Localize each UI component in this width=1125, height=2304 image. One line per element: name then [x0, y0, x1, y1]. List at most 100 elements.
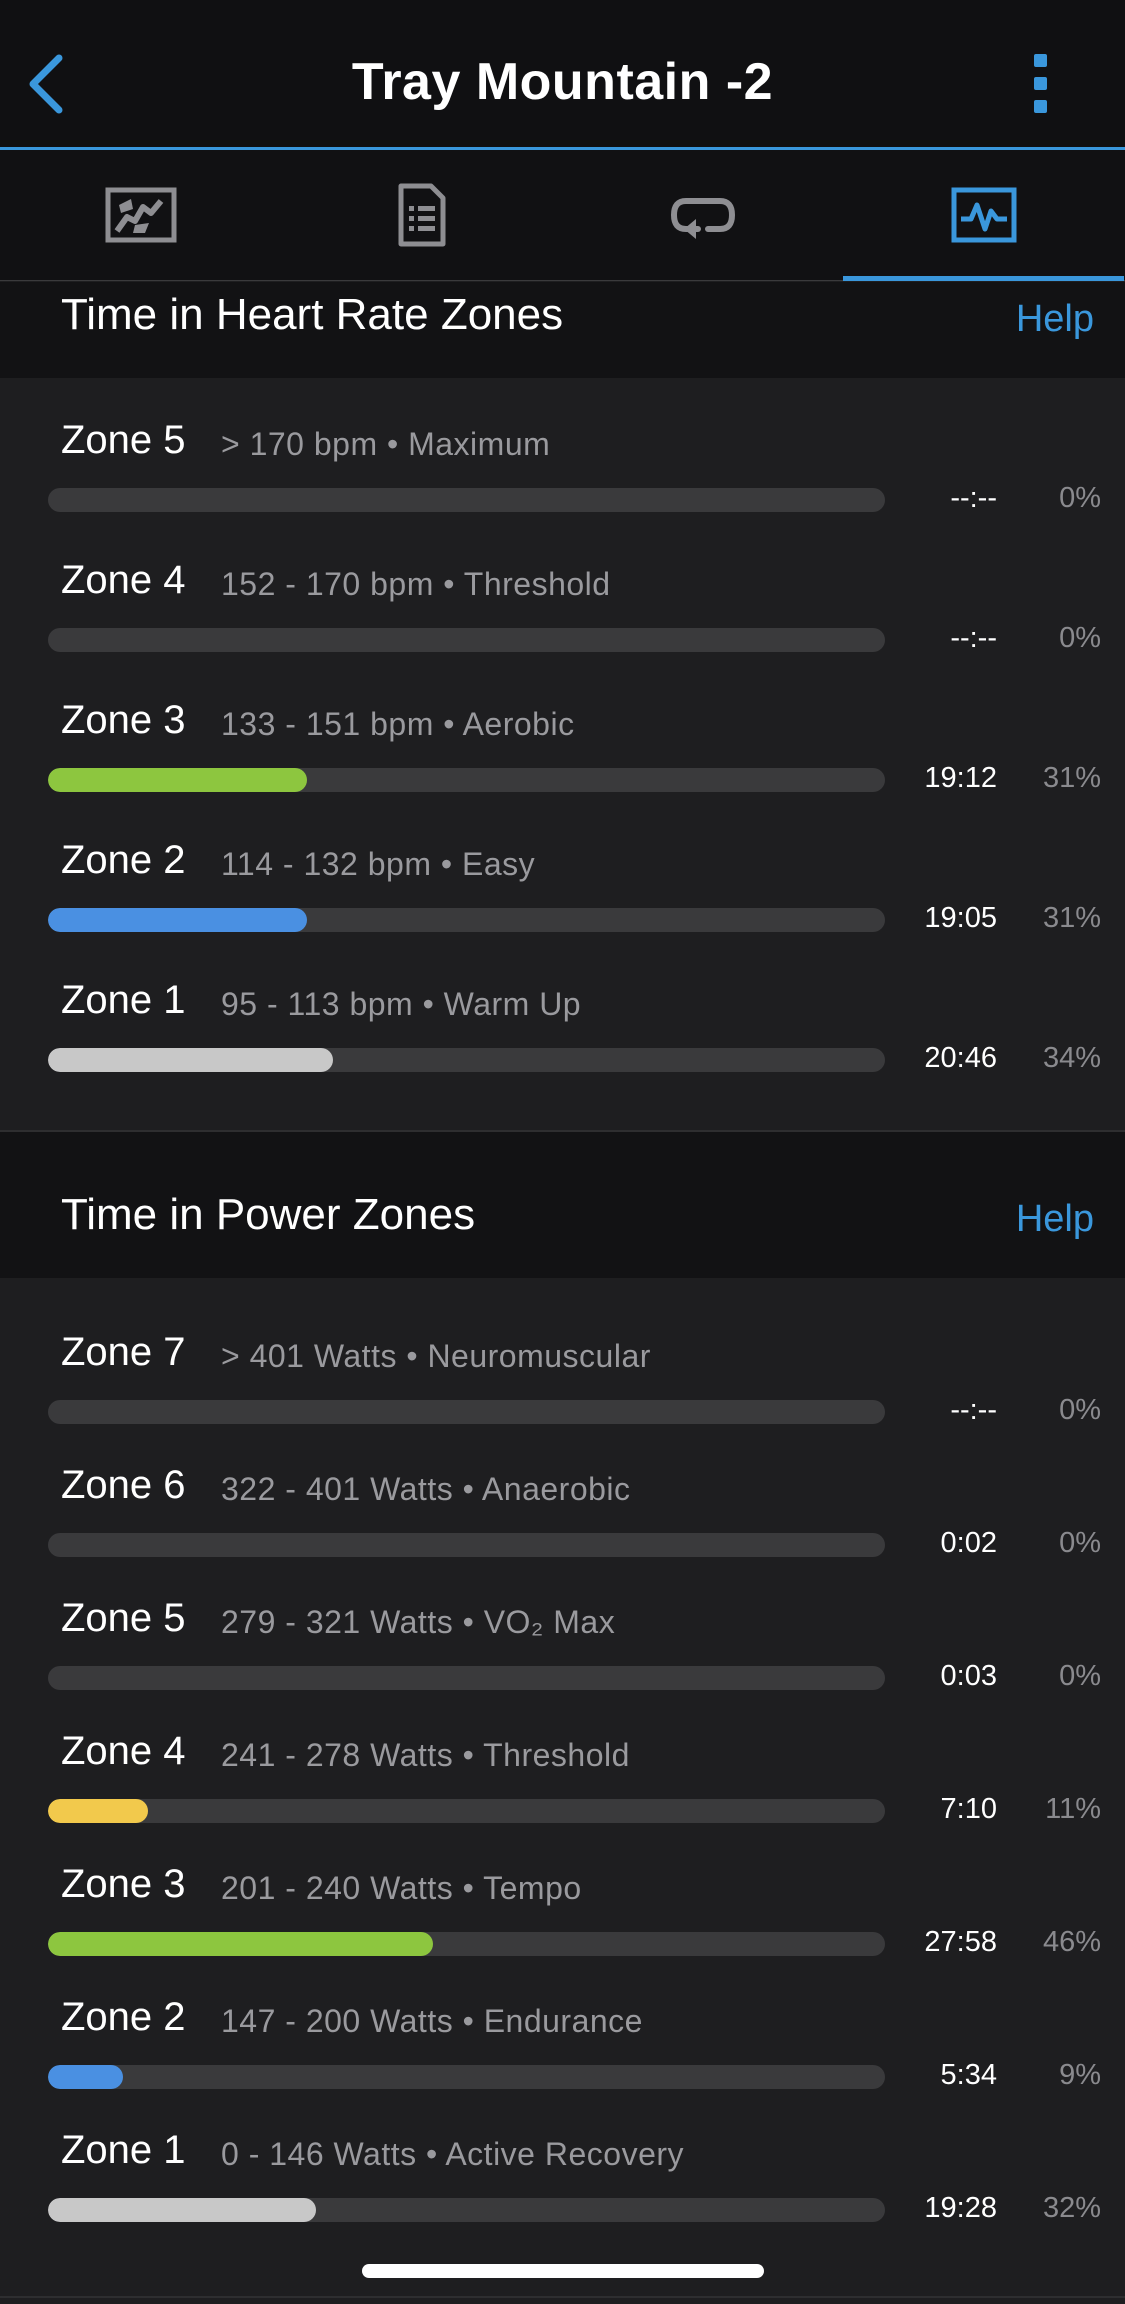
zone-label: Tempo — [483, 1870, 582, 1906]
zone-progress-bar — [48, 908, 885, 932]
zone-time: 0:02 — [940, 1527, 997, 1559]
document-list-icon — [398, 183, 445, 247]
zone-time: --:-- — [950, 622, 997, 654]
tab-map[interactable] — [0, 150, 281, 280]
zone-description: 152 - 170 bpm • Threshold — [221, 566, 611, 603]
zone-separator: • — [396, 1338, 428, 1374]
zone-range: > 170 bpm — [221, 426, 378, 462]
zone-description: > 401 Watts • Neuromuscular — [221, 1338, 651, 1375]
heart-rate-section-header: Time in Heart Rate Zones Help — [0, 282, 1125, 378]
power-zones-list: Zone 7 > 401 Watts • Neuromuscular --:-- 0%… — [0, 1278, 1125, 2298]
zone-name: Zone 1 — [61, 978, 186, 1022]
zone-percent: 31% — [1042, 762, 1101, 794]
zone-progress-bar — [48, 768, 885, 792]
zone-label: Endurance — [483, 2003, 643, 2039]
zone-label: VO₂ Max — [483, 1604, 616, 1640]
zone-progress-fill — [48, 2065, 124, 2089]
heart-rate-zone-row: Zone 5 > 170 bpm • Maximum --:-- 0% — [0, 418, 1125, 538]
zone-label: Maximum — [408, 426, 551, 462]
zone-percent: 0% — [1059, 482, 1101, 514]
zone-name: Zone 2 — [61, 1995, 186, 2039]
zone-range: 152 - 170 bpm — [221, 566, 434, 602]
zone-percent: 0% — [1059, 1394, 1101, 1426]
zone-label: Active Recovery — [445, 2136, 685, 2172]
zone-name: Zone 6 — [61, 1463, 186, 1507]
zone-time: 19:12 — [924, 762, 997, 794]
zone-progress-bar — [48, 1799, 885, 1823]
zone-separator: • — [453, 1870, 484, 1906]
zone-progress-bar — [48, 1666, 885, 1690]
power-section-header: Time in Power Zones Help — [0, 1132, 1125, 1278]
activity-chart-icon — [951, 187, 1016, 243]
zone-progress-bar — [48, 1400, 885, 1424]
zone-percent: 46% — [1042, 1926, 1101, 1958]
page-title: Tray Mountain -2 — [351, 53, 774, 111]
zone-percent: 32% — [1042, 2192, 1101, 2224]
zone-name: Zone 4 — [61, 1729, 186, 1773]
laps-loop-icon — [670, 198, 735, 239]
zone-percent: 0% — [1059, 622, 1101, 654]
heart-rate-section-title: Time in Heart Rate Zones — [61, 290, 564, 339]
zone-progress-bar — [48, 1533, 885, 1557]
zone-label: Anaerobic — [481, 1471, 631, 1507]
zone-time: 5:34 — [940, 2059, 997, 2091]
zone-separator: • — [453, 1471, 482, 1507]
zone-description: 241 - 278 Watts • Threshold — [221, 1737, 630, 1774]
zone-progress-fill — [48, 1799, 149, 1823]
zone-label: Easy — [461, 846, 536, 882]
zone-name: Zone 5 — [61, 1596, 186, 1640]
zone-separator: • — [377, 426, 409, 462]
power-zone-row: Zone 1 0 - 146 Watts • Active Recovery 19:… — [0, 2128, 1125, 2248]
zone-time: 7:10 — [940, 1793, 997, 1825]
zone-percent: 0% — [1059, 1527, 1101, 1559]
zone-progress-bar — [48, 1048, 885, 1072]
zone-progress-fill — [48, 908, 308, 932]
zone-name: Zone 5 — [61, 418, 186, 462]
heart-rate-zone-row: Zone 4 152 - 170 bpm • Threshold --:-- 0% — [0, 558, 1125, 678]
heart-rate-zone-row: Zone 1 95 - 113 bpm • Warm Up 20:46 34% — [0, 978, 1125, 1098]
zone-description: 114 - 132 bpm • Easy — [221, 846, 535, 883]
zone-name: Zone 7 — [61, 1330, 186, 1374]
top-nav-bar: Tray Mountain -2 — [0, 0, 1125, 150]
power-zone-row: Zone 2 147 - 200 Watts • Endurance 5:34 9% — [0, 1995, 1125, 2115]
tab-stats[interactable] — [843, 150, 1124, 281]
power-zone-row: Zone 3 201 - 240 Watts • Tempo 27:58 46% — [0, 1862, 1125, 1982]
power-help-link[interactable]: Help — [1016, 1198, 1094, 1241]
zone-description: 279 - 321 Watts • VO₂ Max — [221, 1604, 615, 1641]
zone-separator: • — [433, 706, 463, 742]
zone-time: 20:46 — [924, 1042, 997, 1074]
zone-progress-fill — [48, 1932, 434, 1956]
zone-range: 241 - 278 Watts — [221, 1737, 454, 1773]
heart-rate-zone-row: Zone 3 133 - 151 bpm • Aerobic 19:12 31% — [0, 698, 1125, 818]
zone-progress-bar — [48, 2065, 885, 2089]
zone-separator: • — [416, 2136, 446, 2172]
zone-range: 95 - 113 bpm — [221, 986, 414, 1022]
zone-range: 201 - 240 Watts — [221, 1870, 454, 1906]
zone-percent: 34% — [1042, 1042, 1101, 1074]
zone-percent: 11% — [1045, 1793, 1101, 1825]
zone-description: > 170 bpm • Maximum — [221, 426, 550, 463]
zone-progress-fill — [48, 2198, 316, 2222]
zone-description: 201 - 240 Watts • Tempo — [221, 1870, 582, 1907]
zone-time: --:-- — [950, 1394, 997, 1426]
zone-time: 27:58 — [924, 1926, 997, 1958]
tab-details[interactable] — [281, 150, 562, 280]
power-zone-row: Zone 5 279 - 321 Watts • VO₂ Max 0:03 0% — [0, 1596, 1125, 1716]
heart-rate-help-link[interactable]: Help — [1016, 298, 1094, 341]
zone-time: 19:05 — [924, 902, 997, 934]
zone-separator: • — [431, 846, 462, 882]
zone-label: Threshold — [483, 1737, 630, 1773]
heart-rate-zones-list: Zone 5 > 170 bpm • Maximum --:-- 0% Zone 4 15… — [0, 378, 1125, 1100]
more-vertical-icon — [1034, 54, 1047, 113]
power-zone-row: Zone 6 322 - 401 Watts • Anaerobic 0:02 0% — [0, 1463, 1125, 1583]
bottom-divider — [0, 2296, 1125, 2298]
zone-label: Warm Up — [443, 986, 582, 1022]
zone-description: 147 - 200 Watts • Endurance — [221, 2003, 643, 2040]
home-indicator[interactable] — [362, 2264, 764, 2278]
zone-progress-bar — [48, 2198, 885, 2222]
zone-range: > 401 Watts — [221, 1338, 397, 1374]
tab-laps[interactable] — [562, 150, 843, 280]
more-options-button[interactable] — [1016, 52, 1066, 116]
zone-label: Neuromuscular — [427, 1338, 651, 1374]
zone-time: 19:28 — [924, 2192, 997, 2224]
